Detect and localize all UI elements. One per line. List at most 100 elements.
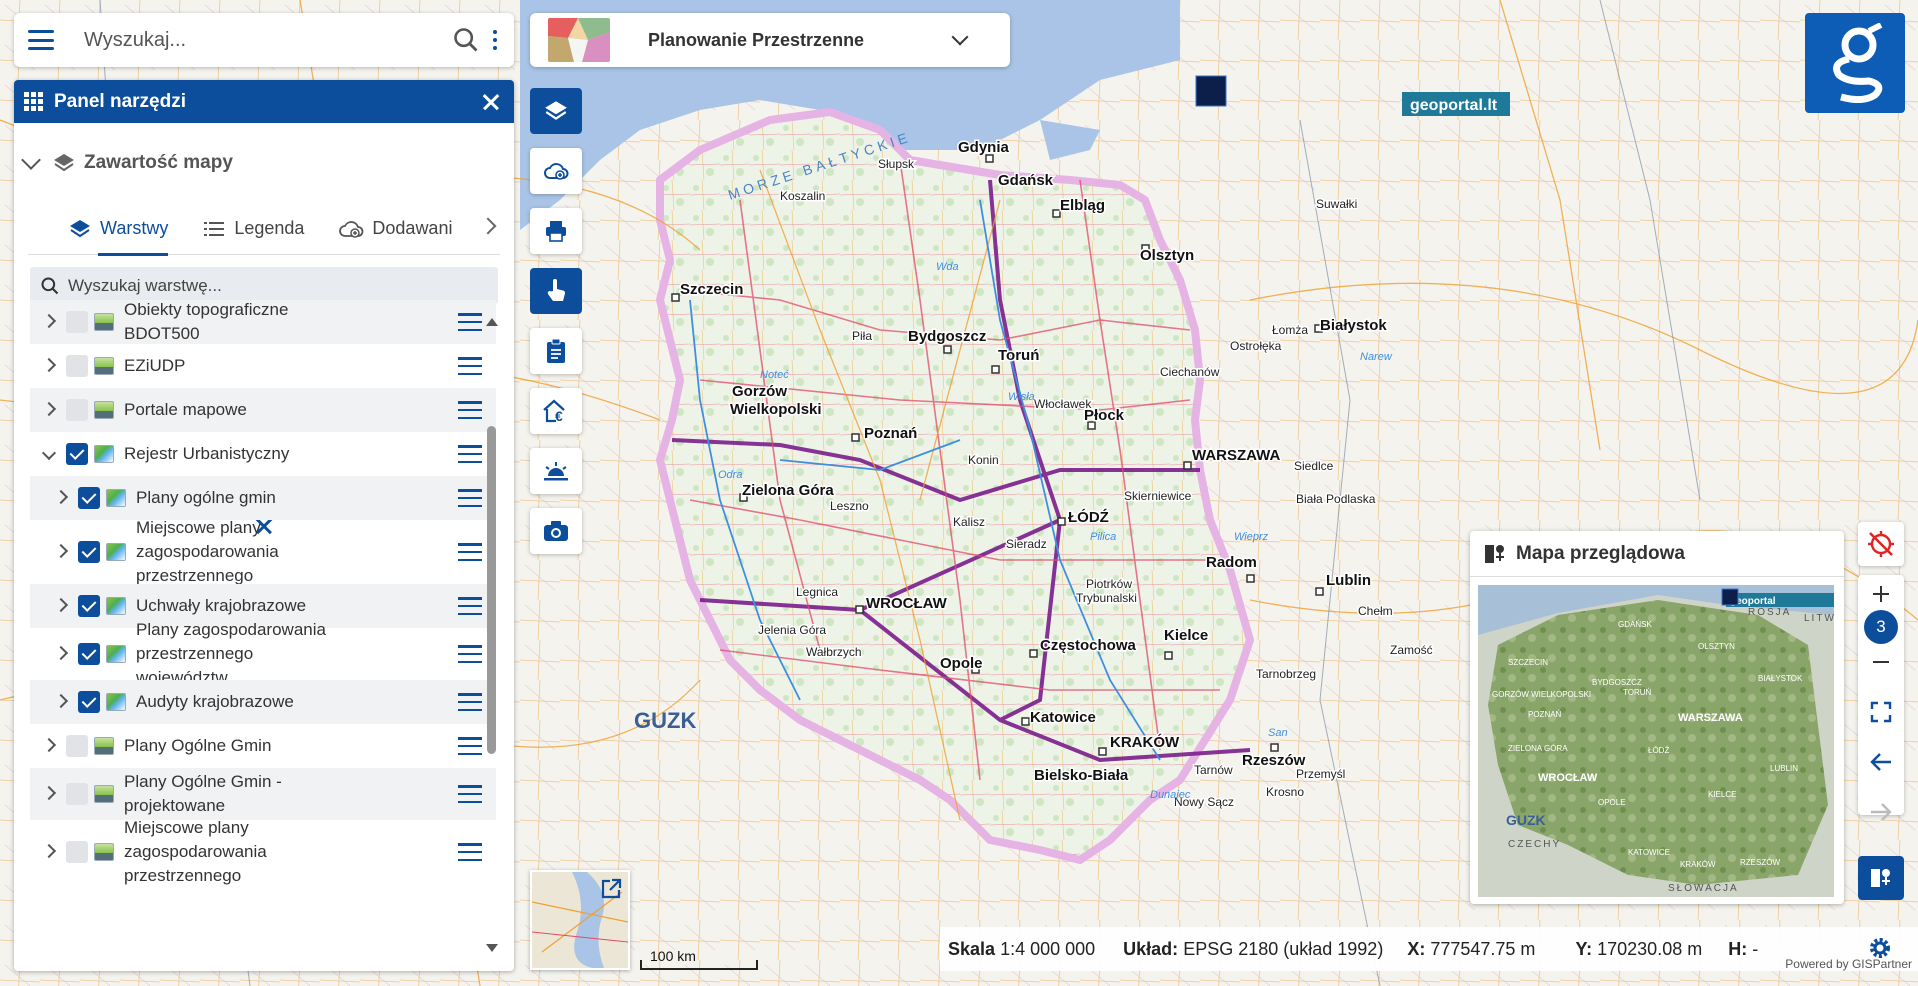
- zoom-out-button[interactable]: [1858, 646, 1904, 678]
- next-extent-button[interactable]: [1858, 796, 1904, 828]
- layer-checkbox[interactable]: [78, 487, 100, 509]
- chevron-right-icon[interactable]: [41, 357, 57, 373]
- layer-menu-icon[interactable]: [458, 489, 482, 507]
- layer-menu-icon[interactable]: [458, 543, 482, 561]
- chevron-right-icon[interactable]: [41, 785, 57, 801]
- layer-row[interactable]: Miejscowe plany zagospodarowania przestr…: [30, 818, 496, 885]
- layer-row[interactable]: EZiUDP: [30, 344, 496, 388]
- layer-menu-icon[interactable]: [458, 843, 482, 861]
- chevron-down-icon[interactable]: [41, 445, 57, 461]
- map-label-czestochowa: Częstochowa: [1040, 637, 1137, 654]
- close-overview-icon[interactable]: [1804, 539, 1834, 569]
- layer-checkbox[interactable]: [66, 311, 88, 333]
- close-content-icon[interactable]: [476, 146, 510, 180]
- map-label-wroclaw: WROCŁAW: [866, 595, 948, 612]
- layer-checkbox[interactable]: [78, 541, 100, 563]
- layer-checkbox[interactable]: [78, 643, 100, 665]
- print-button[interactable]: [530, 208, 582, 254]
- more-options-icon[interactable]: [490, 30, 500, 50]
- layer-menu-icon[interactable]: [458, 693, 482, 711]
- scroll-down-icon[interactable]: [486, 944, 498, 952]
- chevron-right-icon[interactable]: [41, 401, 57, 417]
- layer-menu-icon[interactable]: [458, 445, 482, 463]
- theme-selector[interactable]: Planowanie Przestrzenne: [530, 13, 1010, 67]
- settings-button[interactable]: [1860, 928, 1900, 968]
- tab-legend[interactable]: Legenda: [202, 203, 304, 255]
- layer-label: EZiUDP: [124, 356, 186, 375]
- identify-button[interactable]: [530, 268, 582, 314]
- map-label-notec: Noteć: [760, 369, 789, 381]
- layer-menu-icon[interactable]: [458, 313, 482, 331]
- screenshot-button[interactable]: [530, 508, 582, 554]
- chevron-down-icon[interactable]: [951, 28, 969, 46]
- layer-menu-icon[interactable]: [458, 597, 482, 615]
- overview-map-toggle-button[interactable]: [1858, 856, 1904, 900]
- ov-label-lodz: ŁÓDŹ: [1648, 746, 1669, 755]
- hamburger-menu-icon[interactable]: [28, 30, 54, 50]
- layer-label: Miejscowe plany zagospodarowania przestr…: [136, 518, 279, 585]
- layer-row[interactable]: Plany Ogólne Gmin: [30, 724, 496, 768]
- chevron-right-icon[interactable]: [41, 313, 57, 329]
- geoportal-logo[interactable]: [1805, 13, 1905, 113]
- basemap-switcher[interactable]: [530, 870, 630, 970]
- map-label-ciechanow: Ciechanów: [1160, 365, 1220, 379]
- layer-checkbox[interactable]: [66, 399, 88, 421]
- add-service-button[interactable]: [530, 148, 582, 194]
- fullscreen-button[interactable]: [1858, 696, 1904, 728]
- overview-map-image[interactable]: GDAŃSK OLSZTYN BIAŁYSTOK BYDGOSZCZ TORUŃ…: [1478, 585, 1834, 897]
- layer-menu-icon[interactable]: [458, 357, 482, 375]
- chevron-right-icon[interactable]: [41, 737, 57, 753]
- layer-search-field[interactable]: Wyszukaj warstwę...: [30, 267, 498, 304]
- layer-row[interactable]: Miejscowe plany zagospodarowania przestr…: [30, 518, 496, 585]
- tab-layers[interactable]: Warstwy: [68, 203, 169, 256]
- chevron-right-icon[interactable]: [53, 489, 69, 505]
- map-content-header[interactable]: Zawartość mapy: [14, 123, 514, 203]
- chevron-right-icon[interactable]: [53, 693, 69, 709]
- layer-row[interactable]: Portale mapowe: [30, 388, 496, 432]
- layer-list-scrollbar[interactable]: [487, 426, 496, 754]
- locate-off-button[interactable]: [1858, 522, 1904, 566]
- real-estate-price-button[interactable]: €: [530, 388, 582, 434]
- previous-extent-button[interactable]: [1858, 746, 1904, 778]
- search-icon[interactable]: [452, 26, 480, 54]
- layer-menu-icon[interactable]: [458, 401, 482, 419]
- chevron-right-icon[interactable]: [53, 543, 69, 559]
- layer-checkbox[interactable]: [78, 691, 100, 713]
- clipboard-button[interactable]: [530, 328, 582, 374]
- layer-checkbox[interactable]: [66, 355, 88, 377]
- crs-value[interactable]: EPSG 2180 (układ 1992): [1183, 939, 1383, 959]
- scroll-up-icon[interactable]: [486, 318, 498, 326]
- layer-row[interactable]: Obiekty topograficzne BDOT500: [30, 300, 496, 344]
- layers-button[interactable]: [530, 88, 582, 134]
- layer-search-input[interactable]: Wyszukaj warstwę...: [68, 276, 222, 296]
- layer-checkbox[interactable]: [78, 595, 100, 617]
- geoportal-g-icon: [1833, 23, 1883, 103]
- scale-value[interactable]: 1:4 000 000: [1000, 939, 1095, 959]
- chevron-down-icon[interactable]: [21, 150, 41, 170]
- chevron-right-icon[interactable]: [41, 843, 57, 859]
- layer-label: Plany ogólne gmin: [136, 488, 276, 507]
- chevron-right-icon[interactable]: [53, 645, 69, 661]
- layer-checkbox[interactable]: [66, 443, 88, 465]
- layer-row[interactable]: Plany ogólne gmin: [30, 476, 496, 520]
- layer-menu-icon[interactable]: [458, 785, 482, 803]
- map-label-san: San: [1268, 727, 1288, 739]
- layer-row[interactable]: Rejestr Urbanistyczny: [30, 432, 496, 476]
- layer-checkbox[interactable]: [66, 841, 88, 863]
- tabs-scroll-right-icon[interactable]: [479, 217, 497, 235]
- horizon-button[interactable]: [530, 448, 582, 494]
- tab-add[interactable]: Dodawani: [338, 203, 452, 255]
- layer-menu-icon[interactable]: [458, 645, 482, 663]
- layer-row[interactable]: Plany zagospodarowania przestrzennego wo…: [30, 620, 496, 687]
- zoom-in-button[interactable]: [1858, 578, 1904, 610]
- chevron-right-icon[interactable]: [53, 597, 69, 613]
- layer-checkbox[interactable]: [66, 783, 88, 805]
- open-external-icon[interactable]: [600, 878, 622, 900]
- search-input[interactable]: Wyszukaj...: [84, 29, 452, 52]
- layer-checkbox[interactable]: [66, 735, 88, 757]
- layer-menu-icon[interactable]: [458, 737, 482, 755]
- layer-row[interactable]: Audyty krajobrazowe: [30, 680, 496, 724]
- layer-row[interactable]: Plany Ogólne Gmin - projektowane: [30, 768, 496, 820]
- overview-map-title: Mapa przeglądowa: [1516, 542, 1685, 564]
- close-panel-icon[interactable]: [474, 85, 508, 119]
